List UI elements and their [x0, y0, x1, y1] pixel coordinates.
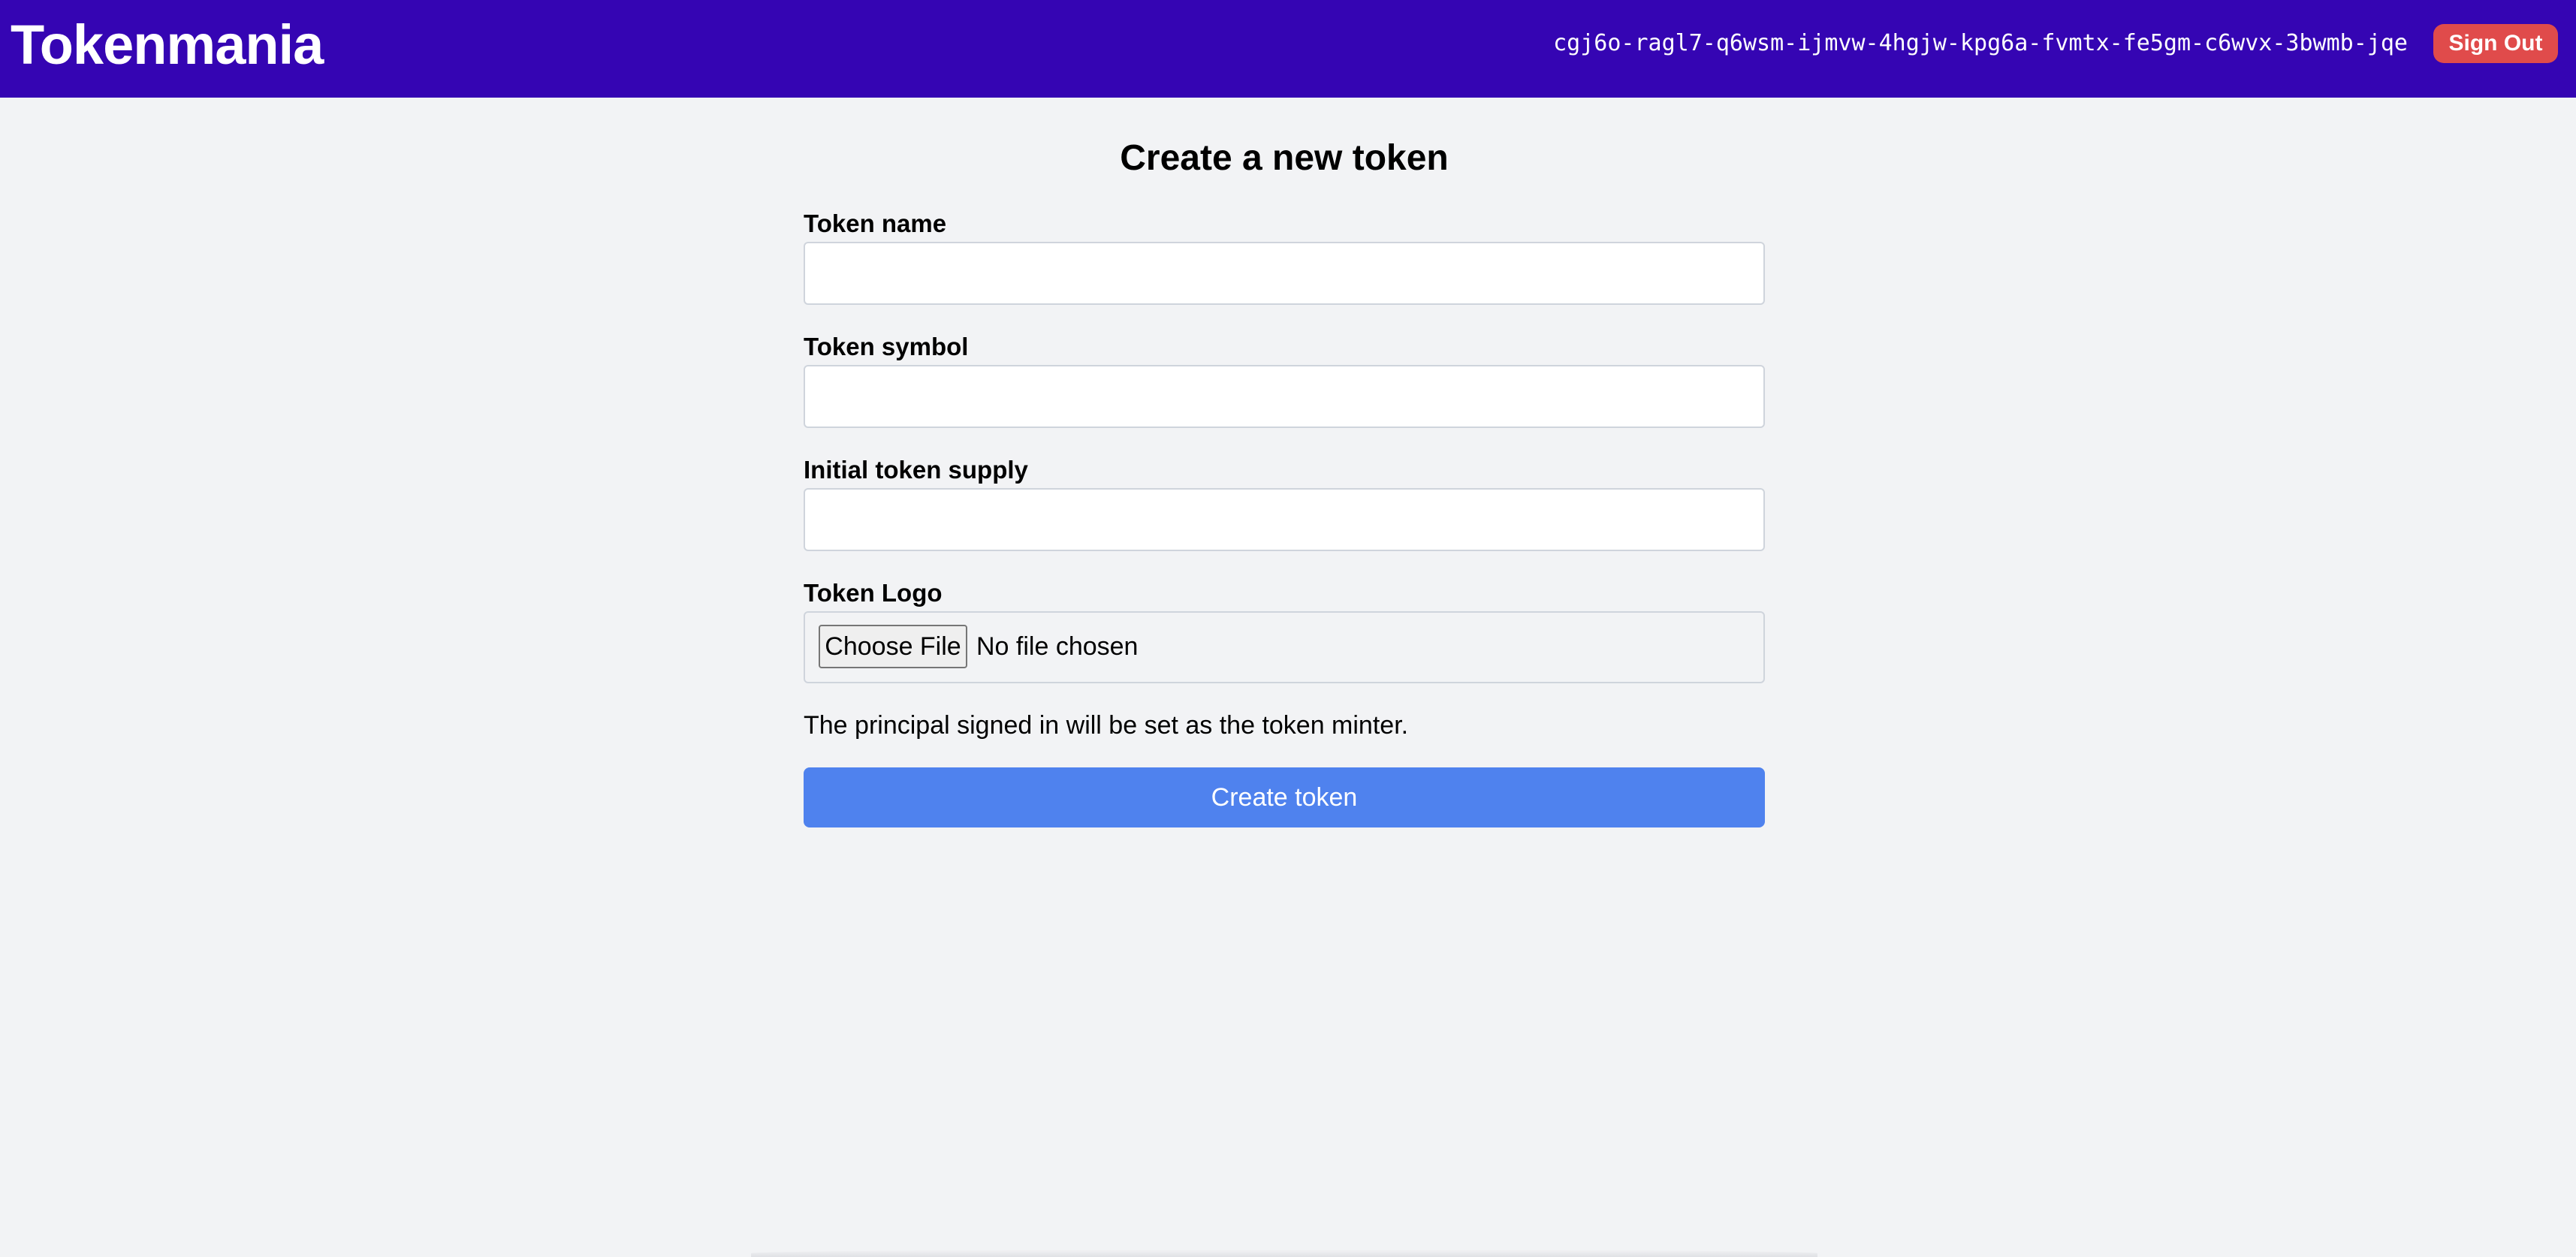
minter-note: The principal signed in will be set as t… [804, 711, 1409, 740]
token-name-label: Token name [804, 210, 947, 237]
initial-supply-input[interactable] [804, 488, 1765, 551]
token-name-input[interactable] [804, 242, 1765, 305]
sign-out-button[interactable]: Sign Out [2433, 24, 2558, 63]
token-symbol-input[interactable] [804, 365, 1765, 428]
principal-id: cgj6o-ragl7-q6wsm-ijmvw-4hgjw-kpg6a-fvmt… [1553, 30, 2408, 56]
create-token-button[interactable]: Create token [804, 767, 1765, 827]
token-logo-label: Token Logo [804, 579, 943, 607]
top-bar: Tokenmania cgj6o-ragl7-q6wsm-ijmvw-4hgjw… [0, 0, 2576, 98]
initial-supply-label: Initial token supply [804, 456, 1028, 484]
choose-file-button[interactable]: Choose File [819, 625, 967, 668]
token-symbol-label: Token symbol [804, 333, 969, 360]
token-logo-file-input[interactable]: Choose File No file chosen [804, 611, 1765, 683]
file-status: No file chosen [976, 632, 1139, 661]
app-title: Tokenmania [11, 14, 324, 76]
form-title: Create a new token [1120, 138, 1449, 178]
bottom-divider [751, 1249, 1817, 1257]
